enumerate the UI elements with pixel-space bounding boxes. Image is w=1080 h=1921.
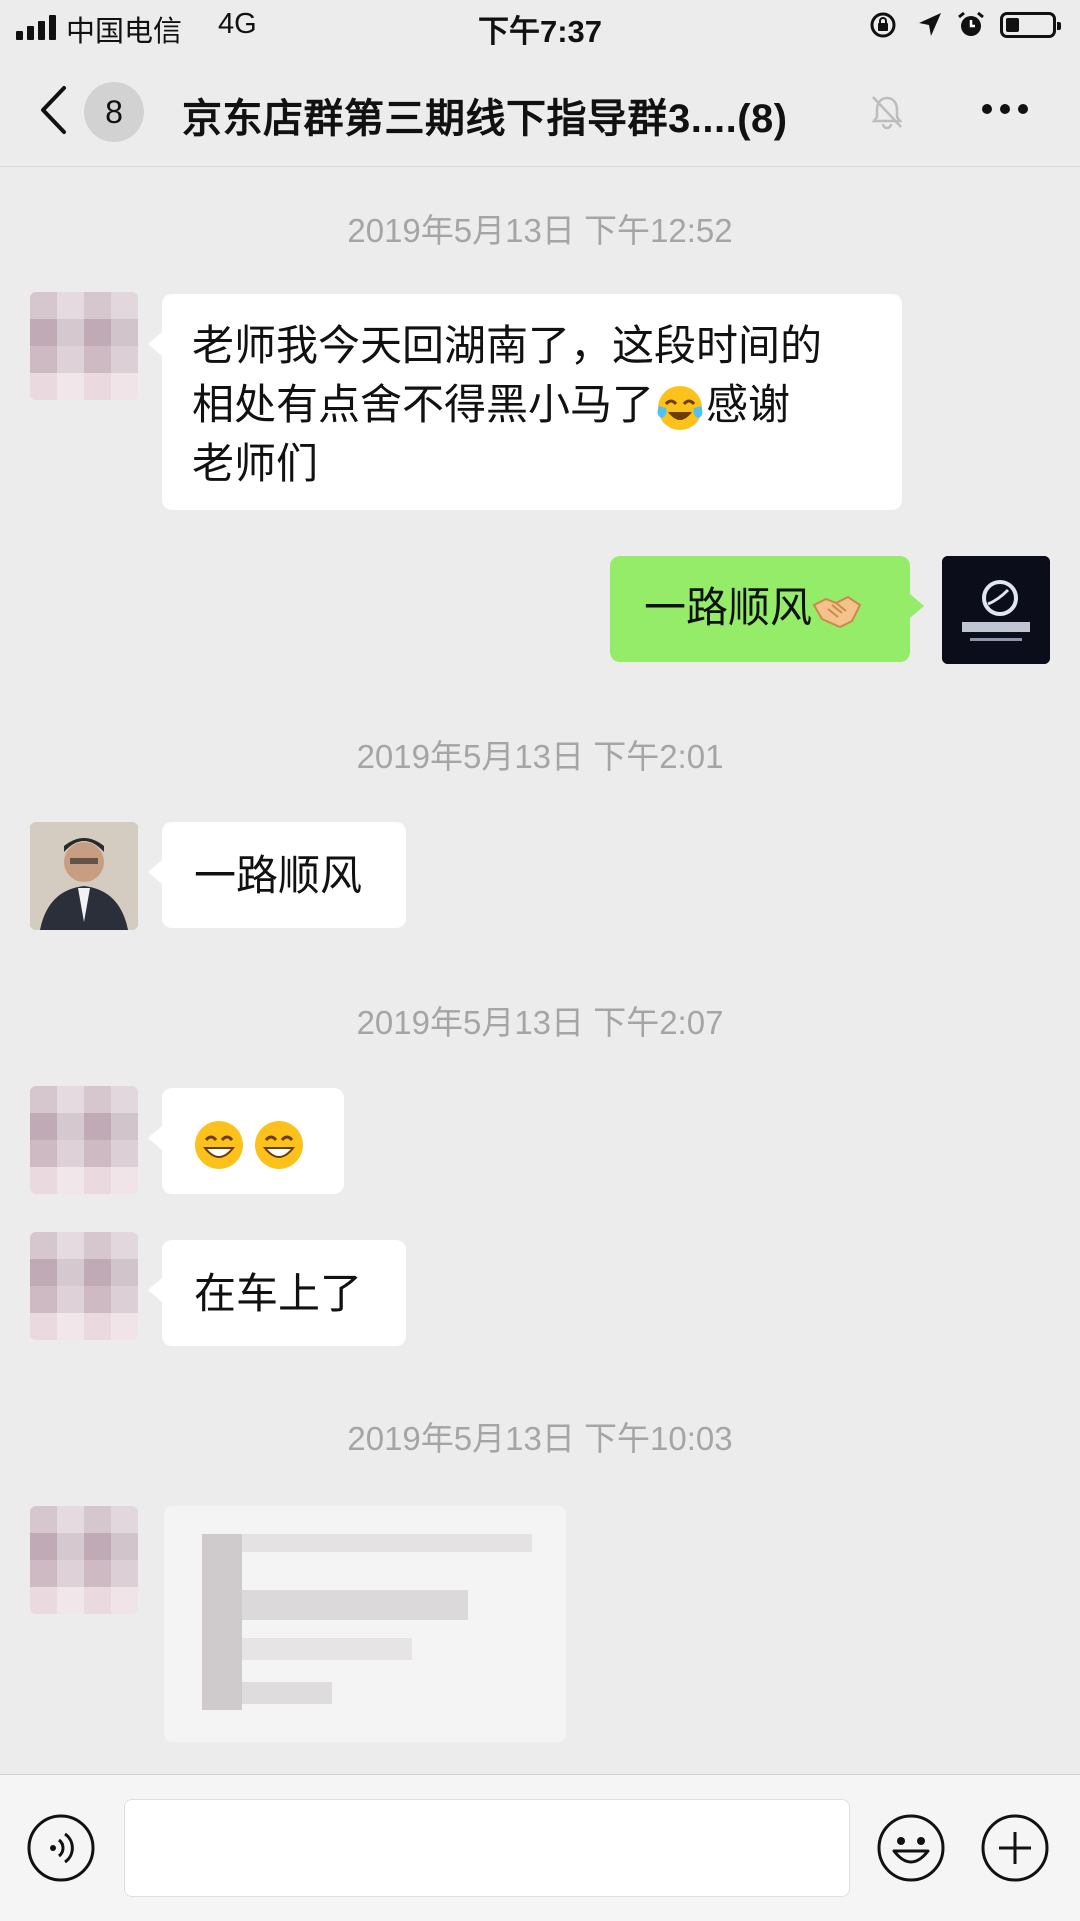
grinning-emoji: [195, 1120, 243, 1169]
timestamp: 2019年5月13日 下午2:01: [356, 738, 724, 775]
avatar[interactable]: [30, 1086, 138, 1194]
message-text: 在车上了: [194, 1270, 363, 1317]
message-text: 一路顺风: [644, 584, 813, 631]
timestamp: 2019年5月13日 下午10:03: [347, 1420, 733, 1457]
plus-icon[interactable]: [980, 1813, 1050, 1883]
avatar[interactable]: [30, 1232, 138, 1340]
location-arrow-icon: [919, 13, 941, 36]
voice-icon[interactable]: [26, 1813, 96, 1883]
message-text: 一路顺风: [194, 852, 363, 899]
message-text: 老师我今天回湖南了，这段时间的: [192, 322, 823, 369]
message-text: 老师们: [192, 440, 319, 487]
message-text: 感谢: [706, 381, 791, 428]
back-icon[interactable]: [38, 84, 68, 136]
avatar[interactable]: [30, 1506, 138, 1614]
status-bar: 中国电信 4G 下午7:37: [0, 0, 1080, 54]
message-text: 相处有点舍不得黑小马了: [192, 381, 655, 428]
grinning-emoji: [255, 1120, 303, 1169]
alarm-clock-icon: [958, 11, 984, 36]
message-bubble: 在车上了: [148, 1240, 406, 1346]
timestamp: 2019年5月13日 下午12:52: [347, 212, 733, 249]
emoji-icon[interactable]: [876, 1813, 946, 1883]
more-icon[interactable]: [982, 104, 1028, 114]
battery-icon: [1000, 12, 1061, 38]
person-photo-icon: [30, 822, 138, 930]
message-bubble: 老师我今天回湖南了，这段时间的 相处有点舍不得黑小马了 感谢 老师们: [148, 294, 902, 510]
blurred-image-message[interactable]: [164, 1506, 566, 1742]
handshake-emoji: [812, 595, 862, 629]
rotation-lock-icon: [870, 12, 896, 38]
unread-count-badge[interactable]: 8: [84, 82, 144, 142]
message-bubble: [148, 1088, 344, 1194]
message-bubble-outgoing: 一路顺风: [610, 556, 924, 662]
avatar[interactable]: [30, 822, 138, 930]
mute-bell-icon: [871, 96, 903, 130]
tears-of-joy-emoji: [657, 385, 703, 430]
avatar[interactable]: [30, 292, 138, 400]
battery-fill: [1006, 18, 1019, 32]
input-bar: [0, 1774, 1080, 1921]
chat-title: 京东店群第三期线下指导群3....(8): [182, 97, 788, 141]
chat-header: 8 京东店群第三期线下指导群3....(8): [0, 54, 1080, 167]
my-avatar[interactable]: [942, 556, 1050, 664]
brand-logo-icon: [942, 556, 1050, 664]
timestamp: 2019年5月13日 下午2:07: [356, 1004, 724, 1041]
message-input[interactable]: [124, 1799, 850, 1897]
message-bubble: 一路顺风: [148, 822, 406, 928]
